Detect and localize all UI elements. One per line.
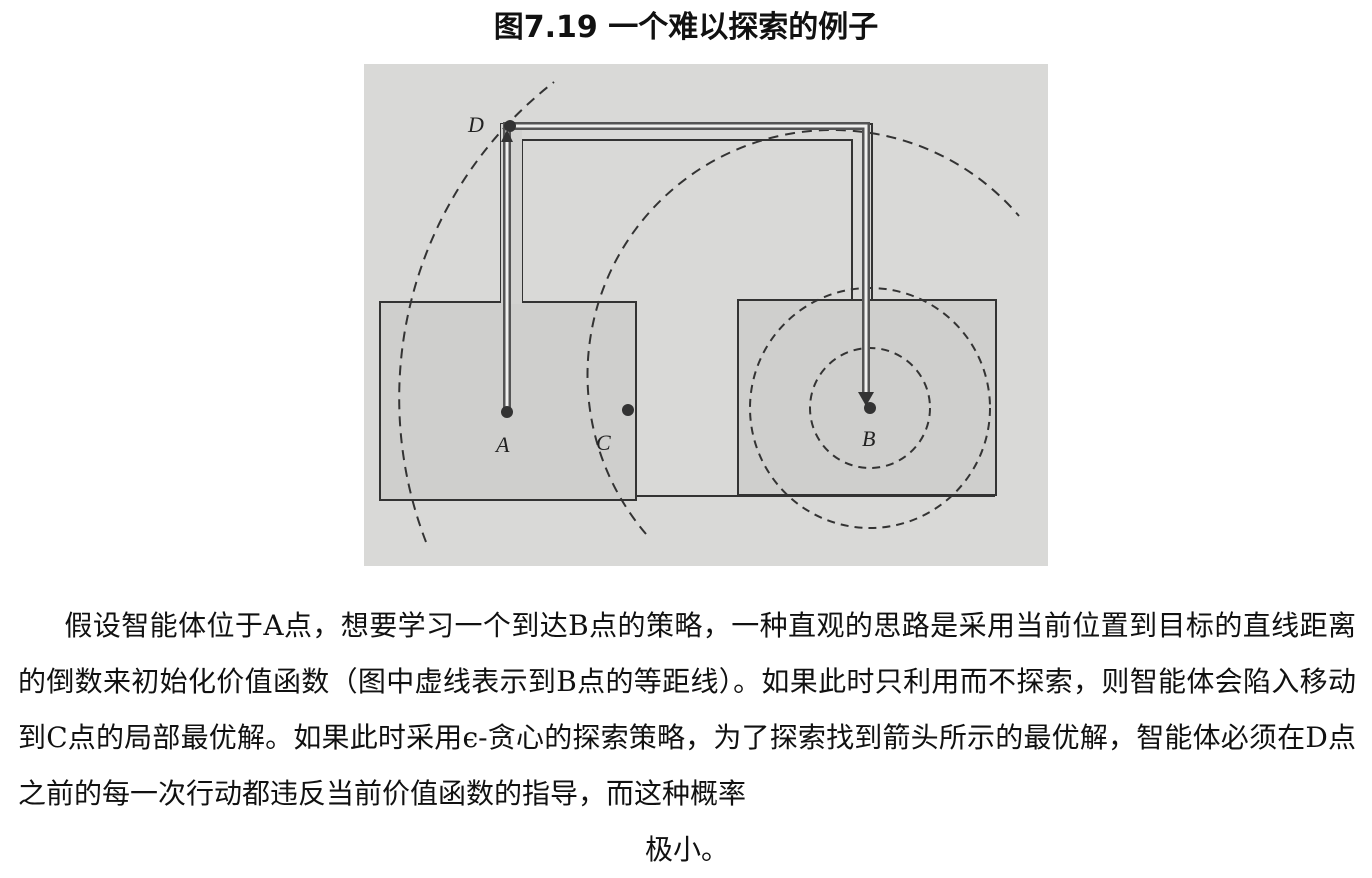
- label-a: A: [494, 432, 510, 457]
- paragraph-text: 假设智能体位于A点，想要学习一个到达B点的策略，一种直观的思路是采用当前位置到目…: [18, 609, 1356, 810]
- label-c: C: [596, 430, 611, 455]
- figure-photo: D A C B: [364, 64, 1048, 566]
- body-paragraph: 假设智能体位于A点，想要学习一个到达B点的策略，一种直观的思路是采用当前位置到目…: [18, 598, 1356, 878]
- point-c: [622, 404, 634, 416]
- paragraph-tail: 极小。: [644, 833, 729, 866]
- maze-diagram: D A C B: [379, 81, 1020, 543]
- label-b: B: [862, 426, 875, 451]
- corridor-inner-outline: [521, 139, 853, 302]
- point-b: [864, 402, 876, 414]
- point-a: [501, 406, 513, 418]
- point-d: [504, 120, 516, 132]
- label-d: D: [467, 112, 484, 137]
- figure-caption: 图7.19 一个难以探索的例子: [493, 10, 879, 45]
